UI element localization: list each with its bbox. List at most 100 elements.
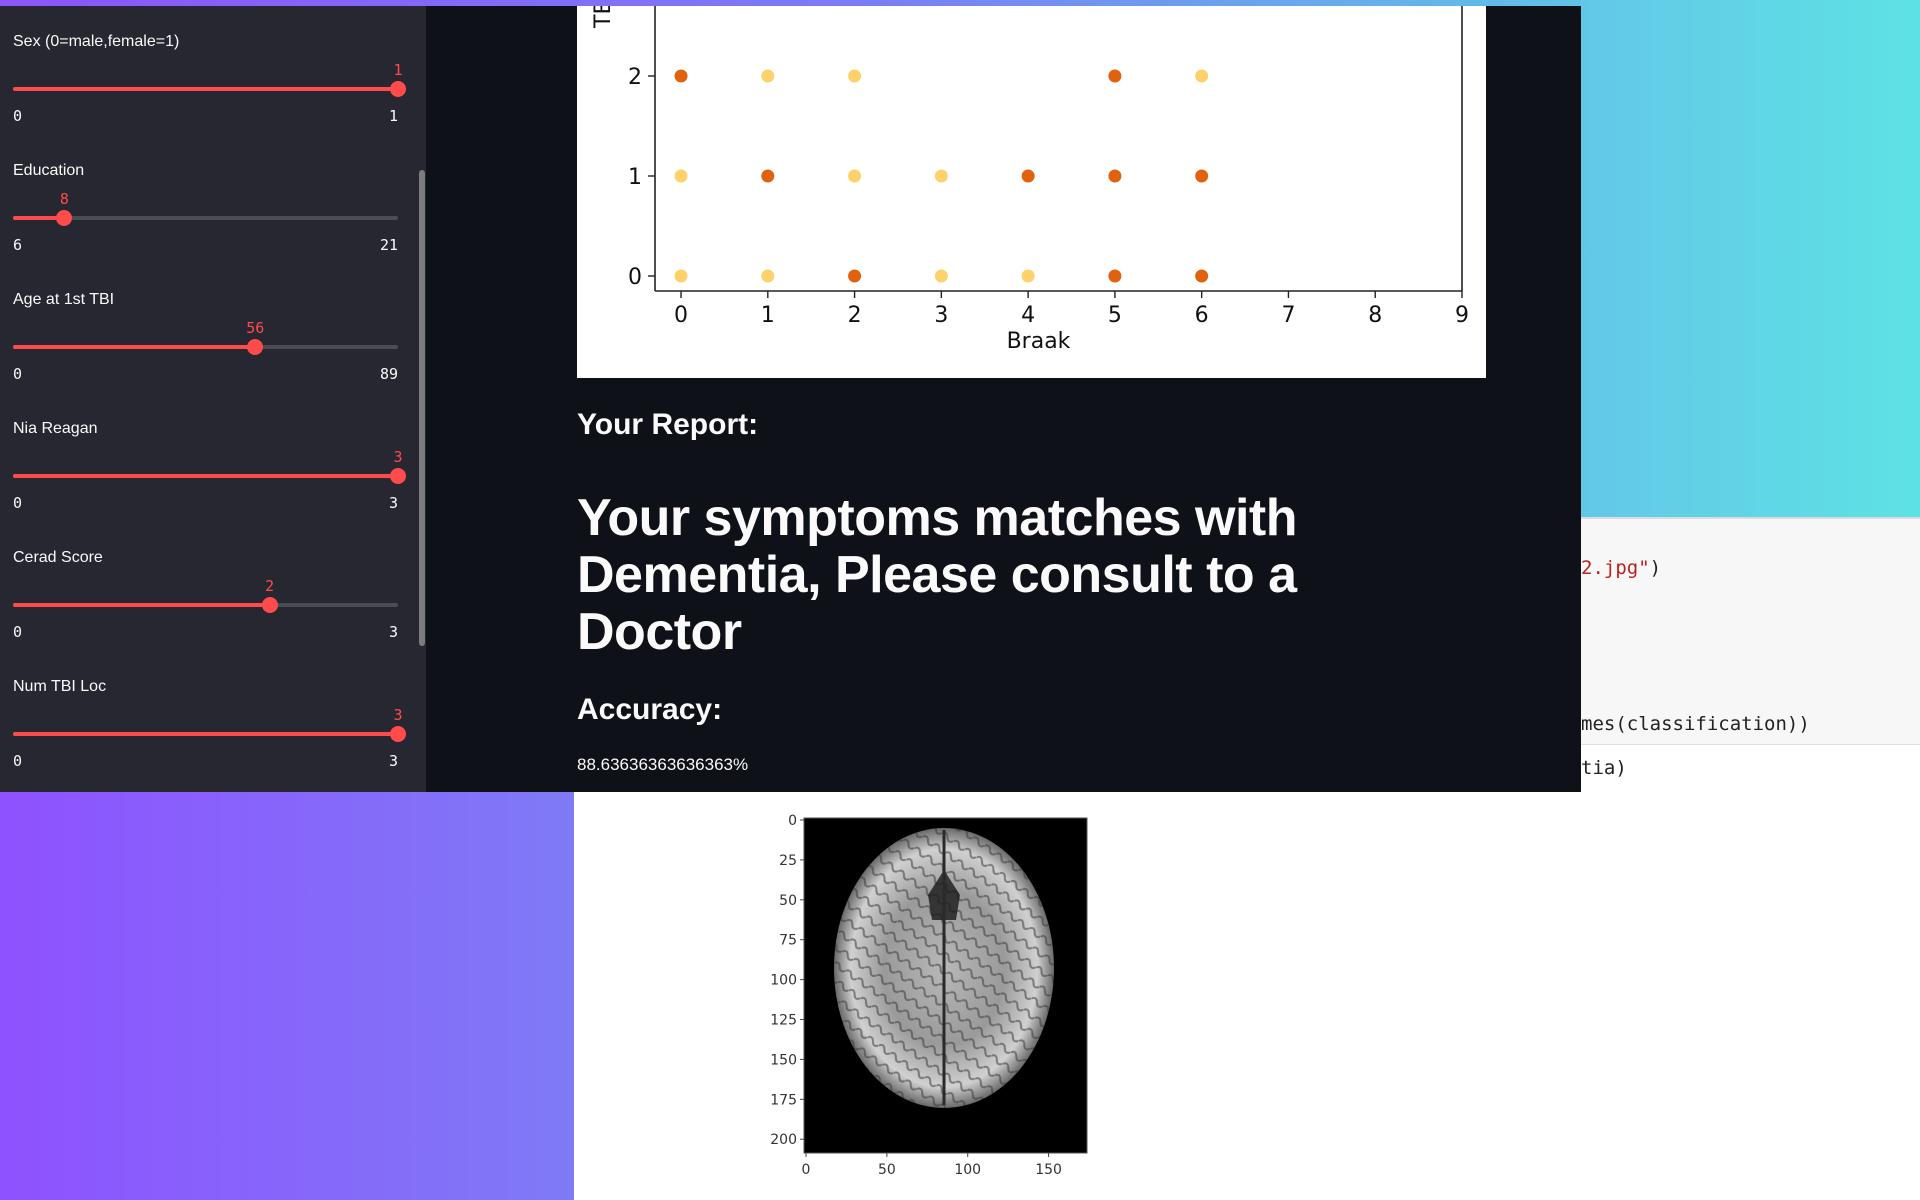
y-axis-label: TB: [591, 6, 616, 29]
slider-track[interactable]: [13, 339, 398, 355]
x-tick-label: 5: [1108, 303, 1122, 328]
desktop-background-cyan: [1581, 0, 1920, 517]
image-y-tick-label: 25: [779, 853, 797, 869]
scatter-point: [1108, 69, 1122, 83]
slider-value: 1: [393, 61, 403, 79]
slider-label: Age at 1st TBI: [13, 291, 115, 308]
image-y-tick-label: 125: [770, 1013, 797, 1029]
slider-thumb[interactable]: [56, 210, 73, 226]
image-y-tick-label: 0: [788, 813, 797, 829]
notebook-code-cell[interactable]: 2.jpg") mes(classification)): [1581, 517, 1920, 745]
scatter-point: [674, 269, 688, 283]
slider-track[interactable]: [13, 726, 406, 742]
slider-label: Education: [13, 162, 85, 179]
x-tick-label: 9: [1455, 303, 1469, 328]
slider-max: 3: [388, 623, 398, 641]
slider-max: 89: [379, 365, 398, 383]
image-y-tick-label: 175: [770, 1092, 797, 1108]
scatter-point: [761, 269, 775, 283]
slider-thumb[interactable]: [261, 597, 278, 613]
x-tick-label: 8: [1368, 303, 1382, 328]
scatter-point: [1108, 269, 1122, 283]
slider-label: Cerad Score: [13, 549, 103, 566]
image-y-ticks: 0 25 50 75 100 125 150 175 200: [770, 813, 804, 1148]
x-tick-label: 7: [1281, 303, 1295, 328]
slider-value: 3: [393, 706, 403, 724]
scatter-point: [761, 169, 775, 183]
scatter-point: [1195, 269, 1209, 283]
y-tick-label: 1: [628, 165, 642, 190]
slider-max: 1: [388, 107, 398, 125]
image-y-tick-label: 150: [770, 1052, 797, 1068]
x-tick-label: 1: [761, 303, 775, 328]
slider-fill: [13, 474, 398, 478]
scatter-point: [848, 269, 862, 283]
slider-track[interactable]: [13, 210, 398, 226]
x-tick-label: 2: [848, 303, 862, 328]
x-tick-label: 6: [1195, 303, 1209, 328]
accuracy-label: Accuracy:: [577, 693, 723, 726]
slider-track[interactable]: [13, 597, 398, 613]
sidebar-scrollbar[interactable]: [419, 170, 425, 646]
image-x-ticks: 0 50 100 150: [802, 1153, 1062, 1178]
slider-fill: [13, 603, 270, 607]
slider-thumb[interactable]: [390, 81, 406, 97]
slider-max: 3: [388, 752, 398, 770]
y-tick-label: 0: [628, 265, 642, 290]
slider[interactable]: Education 8 6 21: [13, 162, 398, 282]
slider-label: Num TBI Loc: [13, 678, 107, 695]
slider-min: 0: [13, 365, 23, 383]
slider-thumb[interactable]: [390, 468, 406, 484]
slider-min: 0: [13, 752, 23, 770]
slider-min: 6: [13, 236, 23, 254]
scatter-point: [1195, 69, 1209, 83]
slider-fill: [13, 87, 398, 91]
slider-min: 0: [13, 494, 23, 512]
scatter-point: [1108, 169, 1122, 183]
image-x-tick-label: 100: [954, 1162, 981, 1178]
slider-thumb[interactable]: [390, 726, 406, 742]
slider-track[interactable]: [13, 81, 406, 97]
mri-image-plot: 0 25 50 75 100 125 150 175 200 0 50 100 150: [770, 813, 1088, 1178]
slider-fill: [13, 732, 398, 736]
y-tick-label: 2: [628, 65, 642, 90]
slider-min: 0: [13, 623, 23, 641]
slider-label: Nia Reagan: [13, 420, 98, 437]
scatter-point: [848, 69, 862, 83]
scatter-point: [848, 169, 862, 183]
code-line: 2.jpg"): [1581, 557, 1661, 579]
slider[interactable]: Sex (0=male,female=1) 1 0 1: [13, 33, 406, 153]
image-y-tick-label: 200: [770, 1132, 797, 1148]
image-y-tick-label: 75: [779, 933, 797, 949]
image-y-tick-label: 100: [770, 973, 797, 989]
slider[interactable]: Cerad Score 2 0 3: [13, 549, 398, 669]
diagnosis-heading: Your symptoms matches with Dementia, Ple…: [577, 489, 1297, 661]
slider-thumb[interactable]: [247, 339, 264, 355]
slider-track[interactable]: [13, 468, 406, 484]
slider-max: 3: [388, 494, 398, 512]
scatter-point: [761, 69, 775, 83]
scatter-point: [674, 169, 688, 183]
x-tick-label: 0: [674, 303, 688, 328]
slider[interactable]: Nia Reagan 3 0 3: [13, 420, 406, 540]
image-y-tick-label: 50: [779, 893, 797, 909]
scatter-point: [1195, 169, 1209, 183]
slider[interactable]: Num TBI Loc 3 0 3: [13, 678, 406, 798]
code-line: mes(classification)): [1581, 713, 1810, 735]
scatter-point: [1021, 169, 1035, 183]
x-tick-label: 3: [934, 303, 948, 328]
scatter-point: [674, 69, 688, 83]
slider[interactable]: Age at 1st TBI 56 0 89: [13, 291, 398, 411]
report-label: Your Report:: [577, 408, 759, 441]
scatter-point: [934, 269, 948, 283]
slider-label: Sex (0=male,female=1): [13, 33, 180, 50]
slider-value: 56: [246, 319, 265, 337]
scatter-point: [1021, 269, 1035, 283]
scatter-chart: 0 1 2 3 4 5 6 7 8 9 0 1 2 Braak TB: [577, 0, 1486, 378]
slider-value: 8: [59, 190, 69, 208]
sidebar: Sex (0=male,female=1) 1 0 1 Education 8 6…: [0, 6, 426, 792]
slider-value: 3: [393, 448, 403, 466]
scatter-point: [934, 169, 948, 183]
slider-max: 21: [379, 236, 398, 254]
cell-output-text: tia): [1581, 757, 1627, 779]
